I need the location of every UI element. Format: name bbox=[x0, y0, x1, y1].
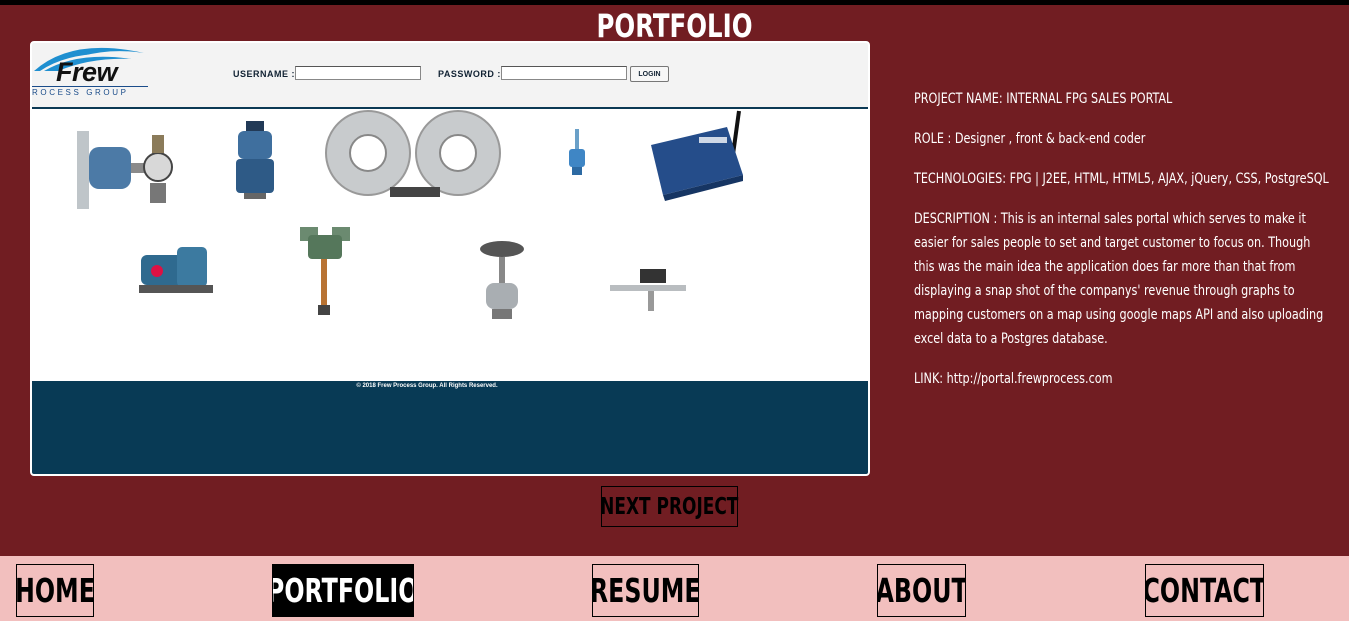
valve-actuator-icon bbox=[300, 227, 350, 315]
copyright-text: © 2018 Frew Process Group. All Rights Re… bbox=[356, 383, 498, 389]
top-border bbox=[0, 0, 1349, 5]
screenshot-footer: © 2018 Frew Process Group. All Rights Re… bbox=[32, 381, 868, 474]
next-project-label: NEXT PROJECT bbox=[600, 493, 739, 520]
login-button[interactable]: LOGIN bbox=[630, 66, 669, 82]
nav-contact-label: CONTACT bbox=[1145, 571, 1264, 610]
nav-home-label: HOME bbox=[16, 571, 94, 610]
nav-about-label: ABOUT bbox=[877, 571, 966, 610]
next-project-button[interactable]: NEXT PROJECT bbox=[600, 486, 739, 527]
project-name: PROJECT NAME: INTERNAL FPG SALES PORTAL bbox=[914, 91, 1173, 107]
project-details: PROJECT NAME: INTERNAL FPG SALES PORTAL … bbox=[914, 87, 1334, 407]
username-label: USERNAME : bbox=[233, 69, 296, 79]
password-label: PASSWORD : bbox=[438, 69, 501, 79]
screenshot-header: Frew ROCESS GROUP USERNAME : PASSWORD : … bbox=[32, 43, 868, 109]
flange-fittings-icon bbox=[325, 110, 501, 197]
wireless-transmitter-icon bbox=[651, 110, 743, 201]
filter-regulator-icon bbox=[236, 121, 274, 199]
nav-portfolio[interactable]: PORTFOLIO bbox=[272, 564, 414, 617]
page-title: PORTFOLIO bbox=[596, 7, 753, 45]
frew-logo: Frew ROCESS GROUP bbox=[32, 43, 152, 103]
logo-subtitle: ROCESS GROUP bbox=[32, 88, 129, 97]
nav-about[interactable]: ABOUT bbox=[877, 564, 966, 617]
sensor-probe-icon bbox=[569, 129, 585, 175]
bottom-nav: HOME PORTFOLIO RESUME ABOUT CONTACT bbox=[0, 556, 1349, 621]
pressure-regulator-icon bbox=[77, 131, 173, 209]
project-description: DESCRIPTION : This is an internal sales … bbox=[914, 211, 1324, 347]
password-input[interactable] bbox=[501, 66, 627, 80]
project-technologies: TECHNOLOGIES: FPG | J2EE, HTML, HTML5, A… bbox=[914, 171, 1329, 187]
nav-portfolio-label: PORTFOLIO bbox=[272, 571, 414, 610]
logo-wordmark: Frew bbox=[56, 57, 118, 87]
product-gallery bbox=[32, 109, 868, 381]
nav-home[interactable]: HOME bbox=[16, 564, 94, 617]
nav-resume-label: RESUME bbox=[592, 571, 699, 610]
project-link[interactable]: LINK: http://portal.frewprocess.com bbox=[914, 367, 1334, 391]
project-screenshot[interactable]: Frew ROCESS GROUP USERNAME : PASSWORD : … bbox=[30, 41, 870, 476]
nav-contact[interactable]: CONTACT bbox=[1145, 564, 1264, 617]
pump-motor-icon bbox=[139, 247, 213, 293]
pipe-manifold-icon bbox=[610, 269, 686, 311]
logo-rule bbox=[32, 86, 148, 87]
nav-resume[interactable]: RESUME bbox=[592, 564, 699, 617]
control-valve-icon bbox=[480, 241, 524, 319]
username-input[interactable] bbox=[295, 66, 421, 80]
project-role: ROLE : Designer , front & back-end coder bbox=[914, 131, 1146, 147]
